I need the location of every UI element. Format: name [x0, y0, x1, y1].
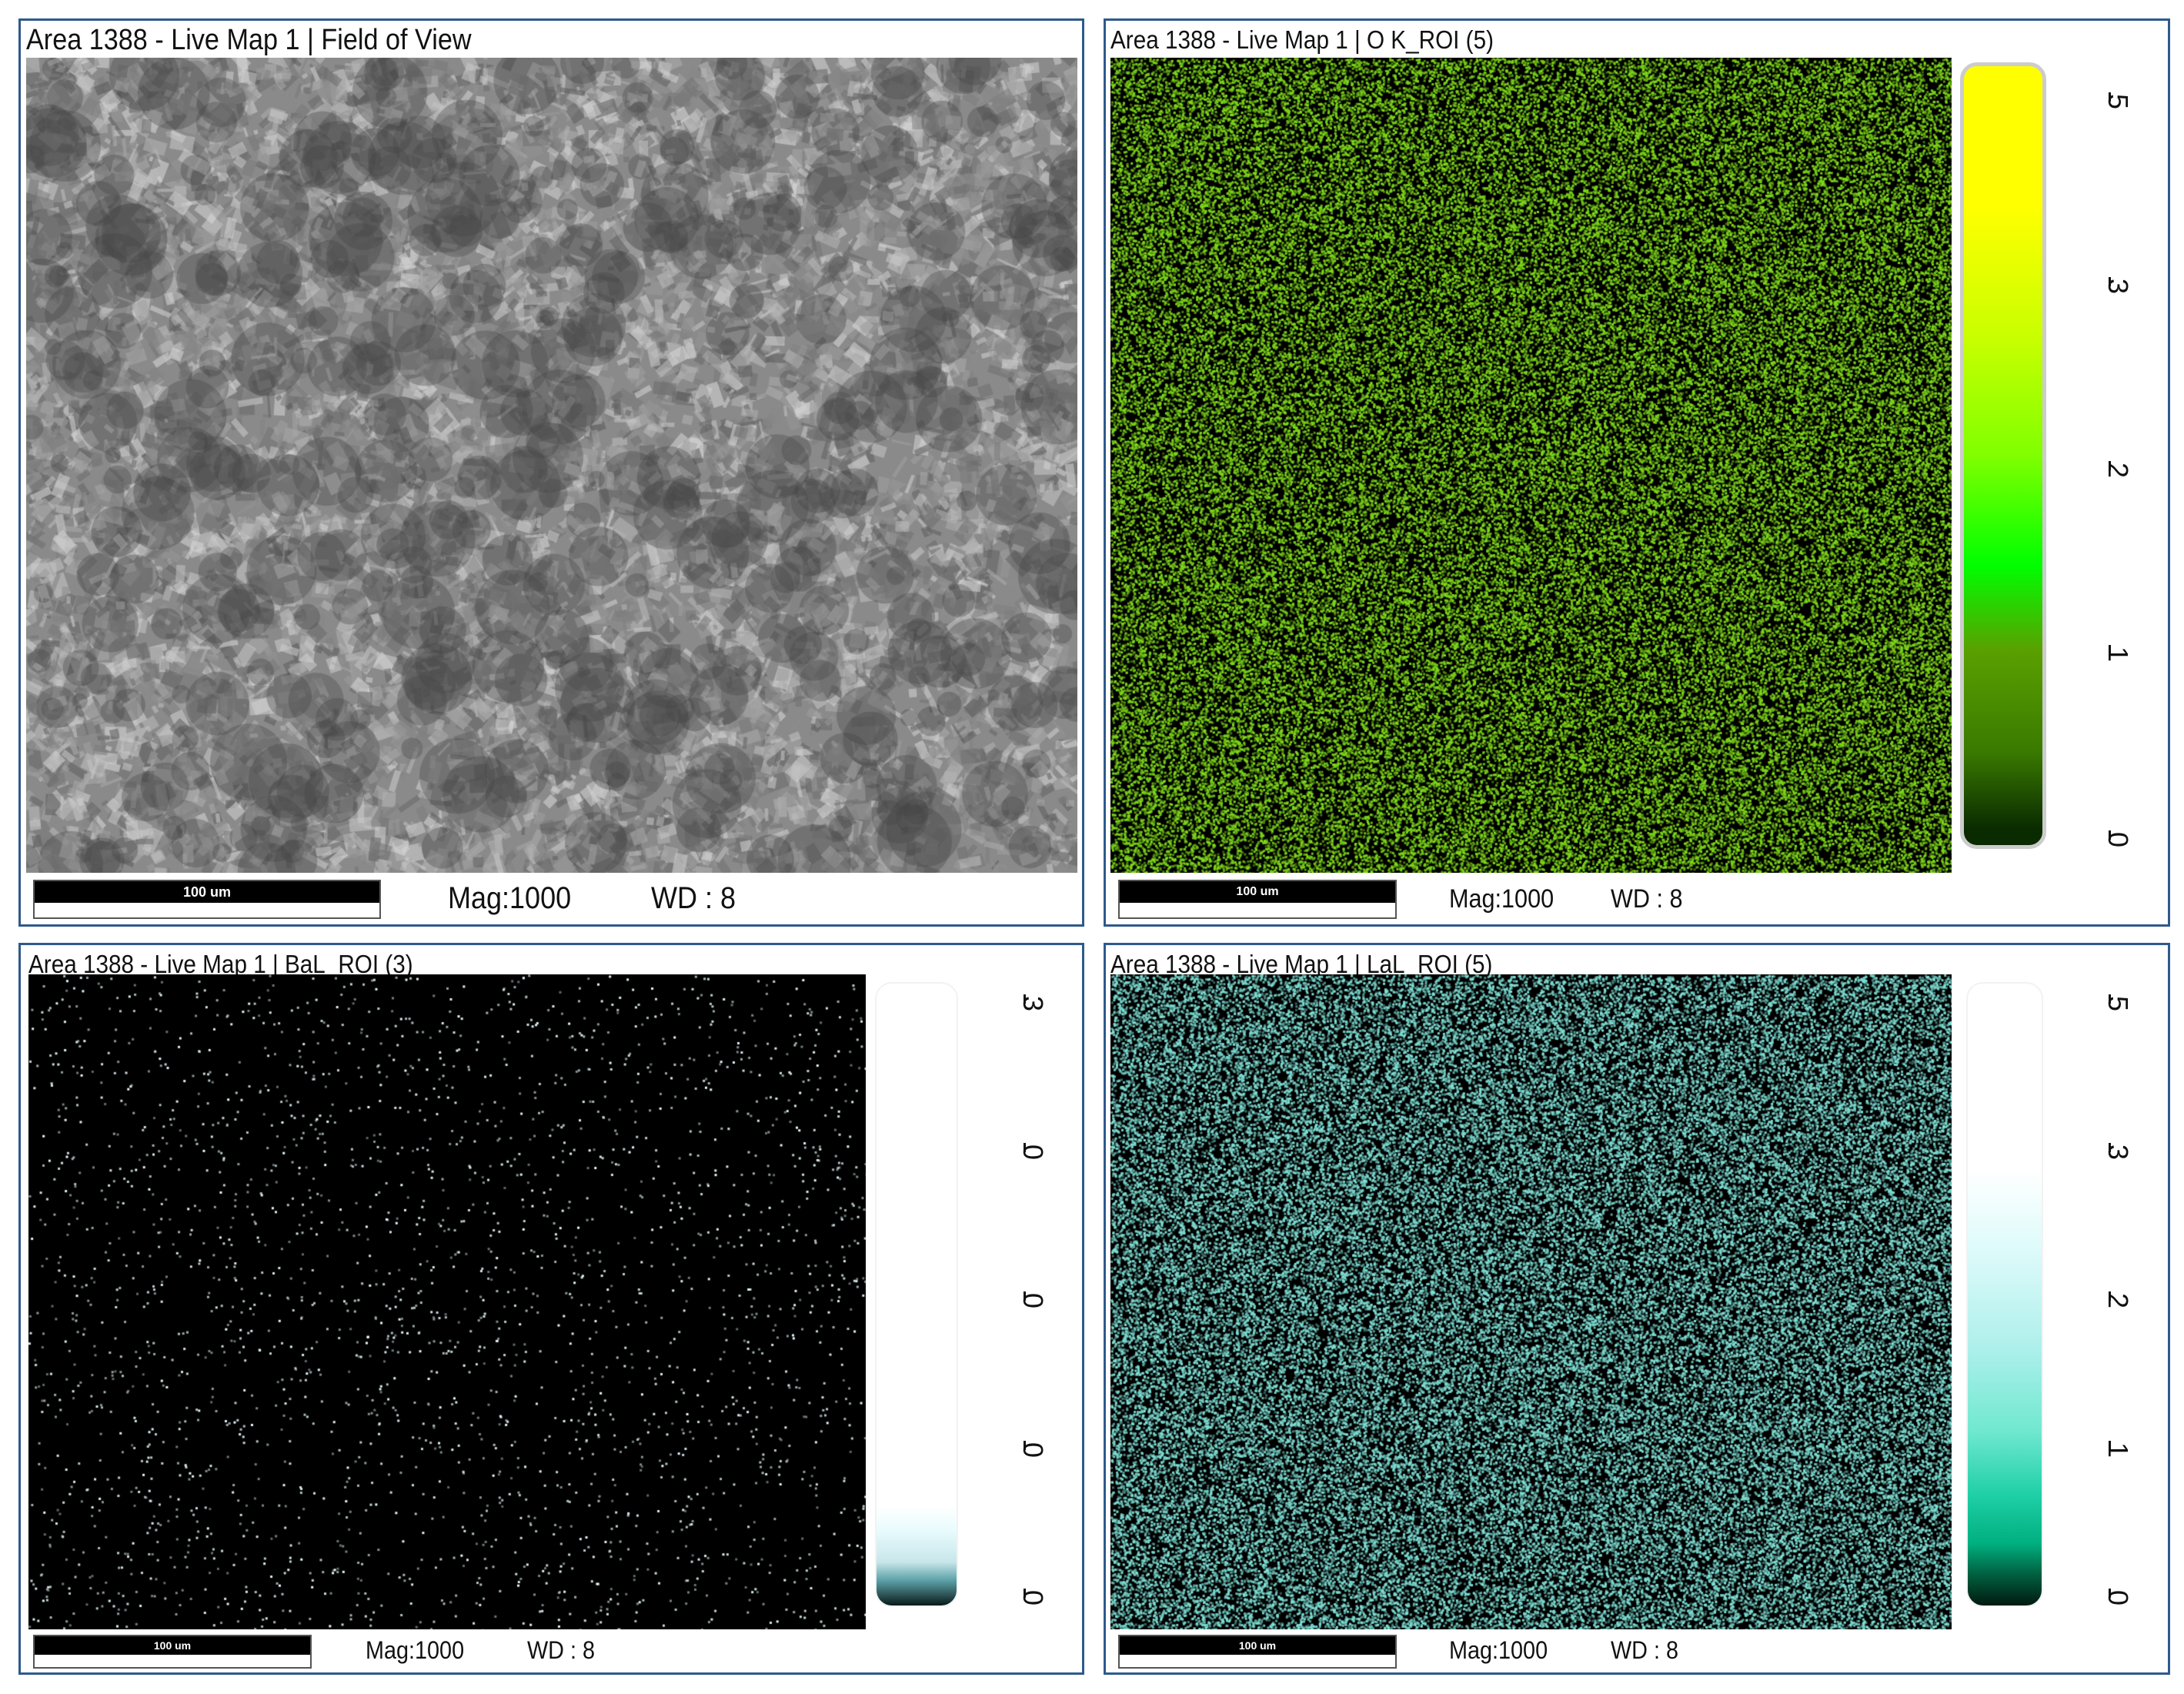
panel-bal-map: Area 1388 - Live Map 1 | BaL_ROI (3) 3 0… [18, 943, 1084, 1675]
magnification-label: Mag:1000 [448, 881, 572, 915]
panel-field-of-view: Area 1388 - Live Map 1 | Field of View 1… [18, 18, 1084, 927]
magnification-label: Mag:1000 [1449, 884, 1555, 914]
element-map-la [1110, 974, 1952, 1629]
colorbar-tick: 0 [2102, 832, 2134, 848]
colorbar-tick: 1 [2102, 647, 2134, 663]
scale-bar: 100 um [1118, 1635, 1397, 1669]
scale-bar: 100 um [33, 880, 381, 919]
colorbar [1960, 62, 2046, 849]
colorbar-tick: 2 [2102, 1293, 2134, 1309]
working-distance-label: WD : 8 [1611, 1636, 1679, 1664]
panel-title: Area 1388 - Live Map 1 | Field of View [26, 24, 472, 56]
scale-bar-label: 100 um [35, 881, 379, 904]
working-distance-label: WD : 8 [651, 881, 736, 915]
working-distance-label: WD : 8 [527, 1636, 596, 1664]
colorbar-tick: 3 [1017, 996, 1049, 1012]
colorbar-tick: 3 [2102, 1144, 2134, 1161]
sem-image [26, 58, 1077, 873]
element-map-ba [28, 974, 866, 1629]
panel-lal-map: Area 1388 - Live Map 1 | LaL_ROI (5) 5 3… [1104, 943, 2170, 1675]
colorbar [875, 982, 958, 1607]
panel-title: Area 1388 - Live Map 1 | O K_ROI (5) [1110, 25, 1494, 54]
colorbar-tick: 5 [2102, 94, 2134, 110]
scale-bar-label: 100 um [1120, 1636, 1395, 1655]
element-map-o [1110, 58, 1952, 873]
magnification-label: Mag:1000 [366, 1636, 465, 1664]
colorbar-tick: 0 [2102, 1590, 2134, 1606]
scale-bar-label: 100 um [35, 1636, 310, 1655]
colorbar-tick: 0 [1017, 1293, 1049, 1309]
colorbar-tick: 0 [1017, 1144, 1049, 1161]
colorbar [1966, 982, 2043, 1607]
colorbar-tick: 1 [2102, 1442, 2134, 1458]
colorbar-tick: 0 [1017, 1590, 1049, 1606]
magnification-label: Mag:1000 [1449, 1636, 1548, 1664]
panel-o-k-map: Area 1388 - Live Map 1 | O K_ROI (5) 5 3… [1104, 18, 2170, 927]
colorbar-tick: 2 [2102, 463, 2134, 479]
colorbar-tick: 3 [2102, 279, 2134, 295]
scale-bar: 100 um [1118, 880, 1397, 919]
working-distance-label: WD : 8 [1611, 884, 1683, 914]
colorbar-tick: 5 [2102, 996, 2134, 1012]
colorbar-tick: 0 [1017, 1442, 1049, 1458]
scale-bar-label: 100 um [1120, 881, 1395, 904]
scale-bar: 100 um [33, 1635, 312, 1669]
